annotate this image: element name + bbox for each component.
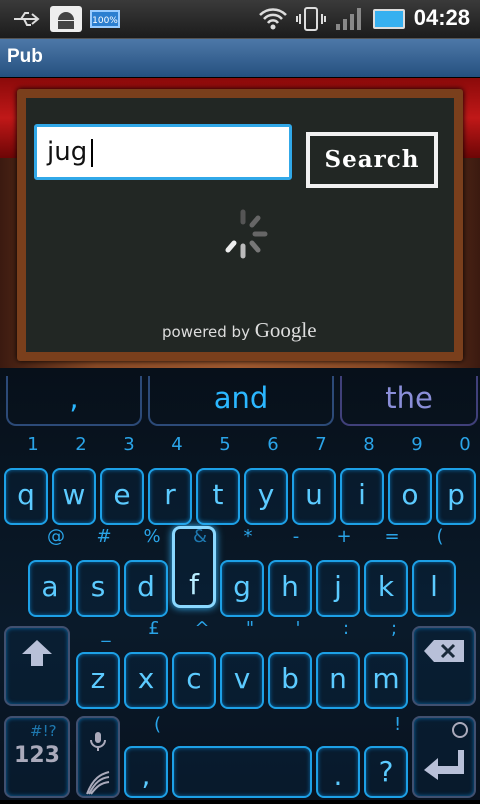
hint-7: 7	[315, 434, 327, 455]
key-y[interactable]: y	[244, 468, 288, 525]
hint-apostrophe: '	[295, 618, 301, 639]
hint-percent: %	[143, 526, 161, 547]
hint-5: 5	[219, 434, 231, 455]
key-o[interactable]: o	[388, 468, 432, 525]
vibrate-icon	[294, 6, 328, 32]
key-c[interactable]: c	[172, 652, 216, 709]
key-w[interactable]: w	[52, 468, 96, 525]
wifi-icon	[256, 6, 290, 32]
battery-percent-label: 100%	[90, 10, 120, 28]
hint-paren: (	[436, 526, 444, 547]
chalkboard: jug Search powered by Google	[26, 98, 454, 352]
shift-arrow-icon	[22, 640, 52, 666]
hint-3: 3	[123, 434, 135, 455]
key-period[interactable]: .	[316, 746, 360, 798]
key-u[interactable]: u	[292, 468, 336, 525]
key-j[interactable]: j	[316, 560, 360, 617]
hint-at: @	[47, 526, 65, 547]
hint-0: 0	[459, 434, 471, 455]
hint-underscore: _	[101, 622, 111, 643]
key-i[interactable]: i	[340, 468, 384, 525]
hint-2: 2	[75, 434, 87, 455]
hint-asterisk: *	[243, 526, 253, 547]
shift-key[interactable]	[4, 626, 70, 706]
search-button[interactable]: Search	[306, 132, 438, 188]
suggestion-the[interactable]: the	[340, 376, 478, 426]
app-title-bar: Pub	[0, 39, 480, 77]
powered-by-label: powered by Google	[162, 318, 317, 343]
hint-equals: =	[384, 526, 400, 547]
symbols-key[interactable]: 123	[4, 716, 70, 798]
key-f[interactable]: f	[172, 526, 216, 608]
hint-pound: £	[148, 618, 160, 639]
android-debug-icon	[50, 6, 82, 32]
hint-quote: "	[245, 618, 255, 639]
key-q[interactable]: q	[4, 468, 48, 525]
suggestion-and[interactable]: and	[148, 376, 334, 426]
status-bar: 100% 04:28	[0, 0, 480, 39]
key-s[interactable]: s	[76, 560, 120, 617]
key-m[interactable]: m	[364, 652, 408, 709]
loading-spinner-icon	[215, 206, 271, 262]
key-comma[interactable]: ,	[124, 746, 168, 798]
hint-6: 6	[267, 434, 279, 455]
key-t[interactable]: t	[196, 468, 240, 525]
hint-open-paren: (	[154, 714, 162, 735]
key-e[interactable]: e	[100, 468, 144, 525]
enter-arrow-icon	[424, 750, 464, 780]
clock: 04:28	[413, 5, 470, 30]
key-l[interactable]: l	[412, 560, 456, 617]
hint-dash: -	[292, 526, 300, 547]
swype-icon	[86, 771, 110, 795]
smiley-icon	[452, 722, 468, 738]
key-h[interactable]: h	[268, 560, 312, 617]
hint-8: 8	[363, 434, 375, 455]
hint-plus: +	[336, 526, 352, 547]
backspace-icon	[424, 640, 464, 662]
chalkboard-frame: jug Search powered by Google	[17, 89, 463, 361]
key-v[interactable]: v	[220, 652, 264, 709]
pub-background: jug Search powered by Google	[0, 78, 480, 368]
hint-colon: :	[342, 618, 350, 639]
text-caret	[91, 138, 94, 167]
key-n[interactable]: n	[316, 652, 360, 709]
key-r[interactable]: r	[148, 468, 192, 525]
key-g[interactable]: g	[220, 560, 264, 617]
usb-icon	[10, 6, 44, 32]
battery-icon	[370, 6, 408, 32]
suggestion-comma[interactable]: ,	[6, 376, 142, 426]
hint-1: 1	[27, 434, 39, 455]
powered-by-text: powered by	[162, 323, 250, 341]
key-b[interactable]: b	[268, 652, 312, 709]
hint-hash: #	[96, 526, 112, 547]
key-p[interactable]: p	[436, 468, 476, 525]
key-a[interactable]: a	[28, 560, 72, 617]
search-query: jug	[47, 137, 88, 167]
signal-icon	[332, 6, 366, 32]
hint-9: 9	[411, 434, 423, 455]
search-input[interactable]: jug	[34, 124, 292, 180]
hint-caret: ^	[194, 618, 210, 639]
key-d[interactable]: d	[124, 560, 168, 617]
hint-4: 4	[171, 434, 183, 455]
key-x[interactable]: x	[124, 652, 168, 709]
space-key[interactable]	[172, 746, 312, 798]
voice-swype-key[interactable]	[76, 716, 120, 798]
soft-keyboard: , and the 1 2 3 4 5 6 7 8 9 0 q w e r t …	[0, 368, 480, 800]
key-k[interactable]: k	[364, 560, 408, 617]
hint-exclamation: !	[394, 714, 402, 735]
key-question[interactable]: ?	[364, 746, 408, 798]
battery-100-icon: 100%	[88, 6, 122, 32]
backspace-key[interactable]	[412, 626, 476, 706]
microphone-icon	[90, 732, 106, 751]
key-z[interactable]: z	[76, 652, 120, 709]
hint-semicolon: ;	[390, 618, 398, 639]
app-title: Pub	[7, 46, 43, 67]
google-logo: Google	[254, 318, 317, 342]
enter-key[interactable]	[412, 716, 476, 798]
